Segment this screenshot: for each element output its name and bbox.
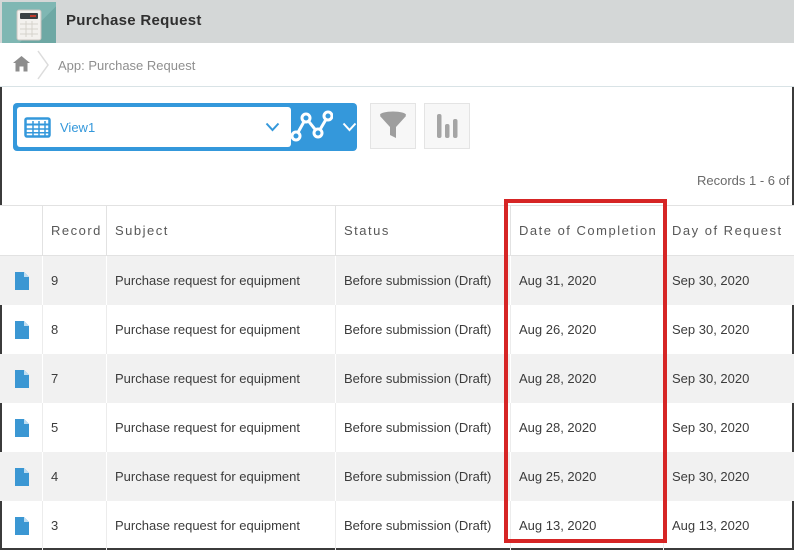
record-file-icon[interactable] [14, 369, 30, 389]
record-file-icon[interactable] [14, 516, 30, 536]
cell-record-number: 4 [42, 452, 106, 501]
cell-date-of-completion: Aug 28, 2020 [510, 354, 663, 403]
filter-button[interactable] [370, 103, 416, 149]
cell-status: Before submission (Draft) [335, 305, 510, 354]
bar-chart-icon [435, 112, 459, 141]
cell-date-of-completion: Aug 26, 2020 [510, 305, 663, 354]
cell-date-of-completion: Aug 13, 2020 [510, 501, 663, 550]
cell-status: Before submission (Draft) [335, 403, 510, 452]
calculator-app-icon[interactable] [2, 2, 56, 47]
column-header-icon [0, 206, 42, 255]
record-icon-cell [0, 452, 42, 501]
record-icon-cell [0, 256, 42, 305]
column-header-record[interactable]: Record [42, 206, 106, 255]
cell-record-number: 8 [42, 305, 106, 354]
cell-subject: Purchase request for equipment [106, 354, 335, 403]
cell-status: Before submission (Draft) [335, 256, 510, 305]
calculator-glyph [16, 9, 42, 41]
record-icon-cell [0, 501, 42, 550]
record-file-icon[interactable] [14, 271, 30, 291]
filter-funnel-icon [378, 111, 408, 142]
table-row[interactable]: 8 Purchase request for equipment Before … [0, 305, 794, 354]
cell-day-of-request: Sep 30, 2020 [663, 452, 794, 501]
table-row[interactable]: 3 Purchase request for equipment Before … [0, 501, 794, 550]
cell-date-of-completion: Aug 31, 2020 [510, 256, 663, 305]
chevron-down-icon [265, 122, 280, 132]
cell-date-of-completion: Aug 25, 2020 [510, 452, 663, 501]
cell-subject: Purchase request for equipment [106, 452, 335, 501]
records-table: Record Subject Status Date of Completion… [0, 205, 794, 550]
cell-status: Before submission (Draft) [335, 354, 510, 403]
column-header-date-of-completion[interactable]: Date of Completion [510, 206, 663, 255]
cell-date-of-completion: Aug 28, 2020 [510, 403, 663, 452]
chart-button[interactable] [424, 103, 470, 149]
app-window: Purchase Request App: Purchase Request V… [0, 0, 794, 550]
record-file-icon[interactable] [14, 418, 30, 438]
cell-status: Before submission (Draft) [335, 452, 510, 501]
table-view-icon [24, 116, 51, 138]
cell-record-number: 3 [42, 501, 106, 550]
record-file-icon[interactable] [14, 467, 30, 487]
app-header: Purchase Request [0, 0, 794, 43]
cell-record-number: 9 [42, 256, 106, 305]
table-row[interactable]: 9 Purchase request for equipment Before … [0, 256, 794, 305]
breadcrumb-path[interactable]: App: Purchase Request [58, 58, 195, 73]
chevron-down-icon [342, 120, 357, 135]
table-row[interactable]: 5 Purchase request for equipment Before … [0, 403, 794, 452]
records-count: Records 1 - 6 of [697, 173, 790, 188]
cell-day-of-request: Aug 13, 2020 [663, 501, 794, 550]
cell-subject: Purchase request for equipment [106, 403, 335, 452]
cell-record-number: 5 [42, 403, 106, 452]
view-toolbar: View1 [13, 103, 357, 151]
column-header-subject[interactable]: Subject [106, 206, 335, 255]
record-file-icon[interactable] [14, 320, 30, 340]
view-selector[interactable]: View1 [17, 107, 291, 147]
cell-status: Before submission (Draft) [335, 501, 510, 550]
cell-subject: Purchase request for equipment [106, 501, 335, 550]
cell-day-of-request: Sep 30, 2020 [663, 305, 794, 354]
table-header-row: Record Subject Status Date of Completion… [0, 205, 794, 256]
breadcrumb-separator-icon [36, 49, 50, 86]
cell-subject: Purchase request for equipment [106, 305, 335, 354]
cell-day-of-request: Sep 30, 2020 [663, 403, 794, 452]
column-header-day-of-request[interactable]: Day of Request [663, 206, 794, 255]
cell-day-of-request: Sep 30, 2020 [663, 354, 794, 403]
record-icon-cell [0, 354, 42, 403]
cell-record-number: 7 [42, 354, 106, 403]
line-graph-icon [290, 109, 334, 146]
view-selector-label: View1 [60, 119, 96, 135]
table-row[interactable]: 4 Purchase request for equipment Before … [0, 452, 794, 501]
breadcrumb: App: Purchase Request [0, 43, 794, 87]
record-icon-cell [0, 305, 42, 354]
record-icon-cell [0, 403, 42, 452]
graph-button[interactable] [290, 103, 357, 151]
home-icon[interactable] [13, 56, 30, 77]
cell-subject: Purchase request for equipment [106, 256, 335, 305]
cell-day-of-request: Sep 30, 2020 [663, 256, 794, 305]
table-row[interactable]: 7 Purchase request for equipment Before … [0, 354, 794, 403]
app-title: Purchase Request [66, 12, 202, 29]
column-header-status[interactable]: Status [335, 206, 510, 255]
